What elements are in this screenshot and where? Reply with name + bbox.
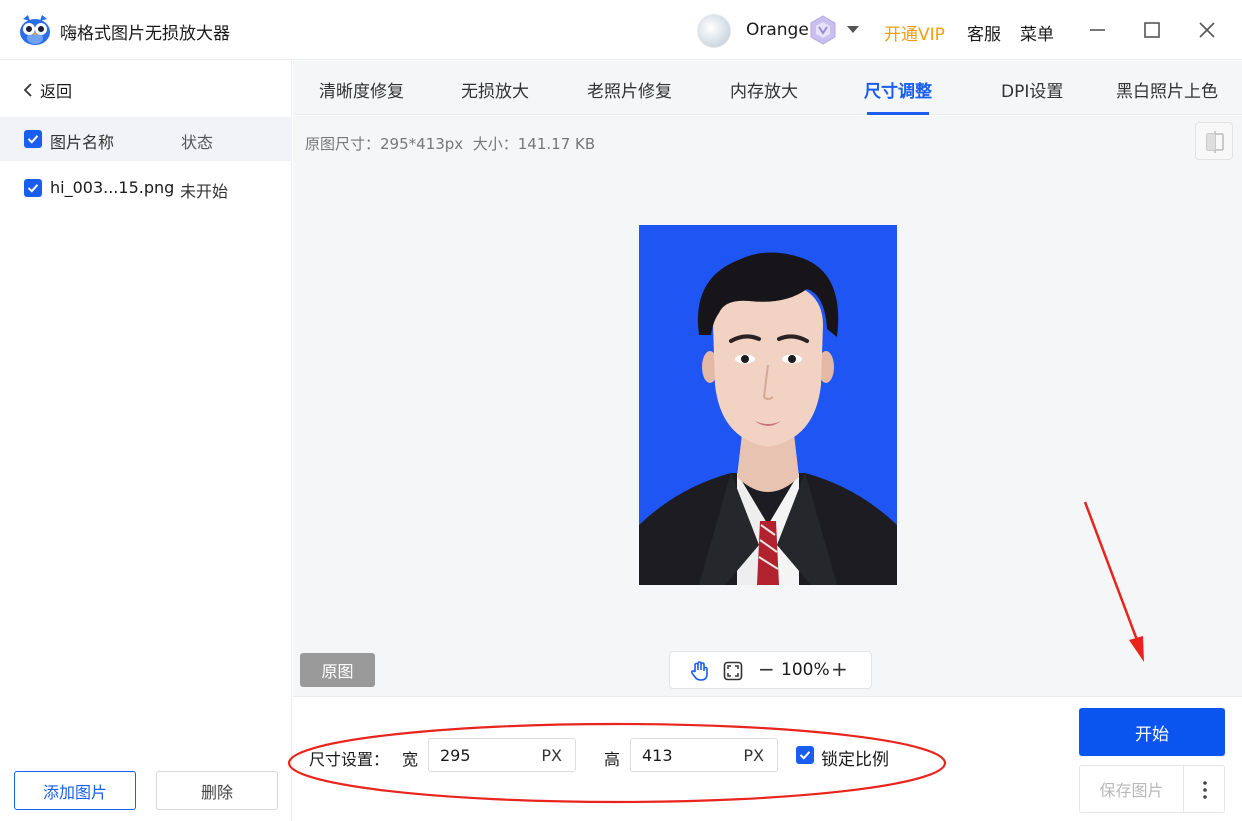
more-options-button[interactable] bbox=[1183, 765, 1225, 813]
file-status: 未开始 bbox=[180, 182, 229, 201]
start-button[interactable]: 开始 bbox=[1079, 708, 1225, 756]
active-tab-indicator bbox=[867, 112, 929, 115]
more-vertical-icon bbox=[1203, 781, 1207, 799]
minimize-icon[interactable] bbox=[1080, 14, 1114, 46]
save-image-button[interactable]: 保存图片 bbox=[1079, 765, 1183, 813]
tab-old-photo-repair[interactable]: 老照片修复 bbox=[587, 77, 672, 102]
vip-badge-icon bbox=[810, 15, 836, 45]
file-size-value: 141.17 KB bbox=[517, 135, 596, 153]
maximize-icon[interactable] bbox=[1135, 14, 1169, 46]
tab-lossless-upscale[interactable]: 无损放大 bbox=[461, 77, 529, 102]
delete-button[interactable]: 删除 bbox=[156, 771, 278, 810]
file-checkbox[interactable] bbox=[24, 179, 42, 197]
height-field[interactable]: PX bbox=[630, 738, 778, 772]
zoom-out-button[interactable]: − bbox=[758, 657, 775, 681]
preview-area: 原图尺寸：295*413px 大小：141.17 KB 原图 − 100% + bbox=[293, 116, 1242, 696]
file-size-label: 大小： bbox=[472, 135, 518, 153]
width-input[interactable] bbox=[430, 740, 530, 770]
original-size-value: 295*413px bbox=[380, 135, 464, 153]
caret-down-icon[interactable] bbox=[843, 19, 863, 39]
height-unit: PX bbox=[743, 746, 764, 765]
original-size-label: 原图尺寸： bbox=[305, 135, 381, 153]
function-tabs: 清晰度修复 无损放大 老照片修复 内存放大 尺寸调整 DPI设置 黑白照片上色 bbox=[293, 61, 1242, 115]
close-icon[interactable] bbox=[1190, 14, 1224, 46]
tab-colorize[interactable]: 黑白照片上色 bbox=[1116, 77, 1218, 102]
hand-pan-icon[interactable] bbox=[688, 660, 710, 682]
title-bar: 嗨格式图片无损放大器 Orange 开通VIP 客服 菜单 bbox=[0, 0, 1242, 60]
back-button[interactable]: 返回 bbox=[22, 79, 72, 101]
file-list-header: 图片名称 状态 bbox=[0, 117, 292, 161]
preview-image bbox=[639, 225, 897, 585]
tab-clarity-repair[interactable]: 清晰度修复 bbox=[319, 77, 404, 102]
chevron-left-icon bbox=[23, 83, 32, 97]
menu-link[interactable]: 菜单 bbox=[1020, 20, 1054, 45]
file-sidebar: 返回 图片名称 状态 hi_003...15.png 未开始 添加图片 删除 bbox=[0, 61, 292, 821]
split-view-icon bbox=[1206, 131, 1224, 153]
lock-ratio-checkbox[interactable] bbox=[796, 746, 814, 764]
width-unit: PX bbox=[541, 746, 562, 765]
owl-logo-icon bbox=[20, 15, 50, 45]
lock-ratio-label[interactable]: 锁定比例 bbox=[821, 745, 889, 770]
width-label: 宽 bbox=[402, 750, 419, 769]
column-header-status: 状态 bbox=[181, 133, 214, 152]
file-name: hi_003...15.png bbox=[50, 178, 175, 197]
zoom-toolbar: − 100% + bbox=[669, 651, 872, 689]
zoom-in-button[interactable]: + bbox=[831, 657, 848, 681]
username[interactable]: Orange bbox=[746, 20, 809, 40]
size-settings-panel: 尺寸设置： 宽 PX 高 PX 锁定比例 开始 保存图片 bbox=[293, 696, 1242, 821]
compare-button[interactable] bbox=[1195, 122, 1233, 160]
service-link[interactable]: 客服 bbox=[967, 20, 1001, 45]
check-icon bbox=[799, 751, 811, 760]
check-icon bbox=[27, 184, 39, 193]
vip-link[interactable]: 开通VIP bbox=[884, 20, 945, 45]
tab-memory-enlarge[interactable]: 内存放大 bbox=[730, 77, 798, 102]
back-label: 返回 bbox=[40, 82, 73, 101]
fit-screen-icon[interactable] bbox=[722, 660, 744, 682]
check-icon bbox=[27, 135, 39, 144]
height-label: 高 bbox=[604, 750, 621, 769]
size-settings-label: 尺寸设置： bbox=[309, 750, 390, 769]
width-field[interactable]: PX bbox=[428, 738, 576, 772]
zoom-level: 100% bbox=[781, 660, 830, 680]
image-info: 原图尺寸：295*413px 大小：141.17 KB bbox=[305, 133, 595, 154]
tab-dpi-settings[interactable]: DPI设置 bbox=[1001, 77, 1063, 102]
height-input[interactable] bbox=[632, 740, 732, 770]
app-title: 嗨格式图片无损放大器 bbox=[60, 24, 230, 44]
tab-resize[interactable]: 尺寸调整 bbox=[864, 77, 932, 102]
column-header-name: 图片名称 bbox=[50, 133, 115, 152]
file-list-item[interactable]: hi_003...15.png 未开始 bbox=[0, 165, 292, 211]
select-all-checkbox[interactable] bbox=[24, 130, 42, 148]
avatar[interactable] bbox=[697, 14, 731, 48]
original-image-button[interactable]: 原图 bbox=[300, 653, 375, 687]
add-image-button[interactable]: 添加图片 bbox=[14, 771, 136, 810]
